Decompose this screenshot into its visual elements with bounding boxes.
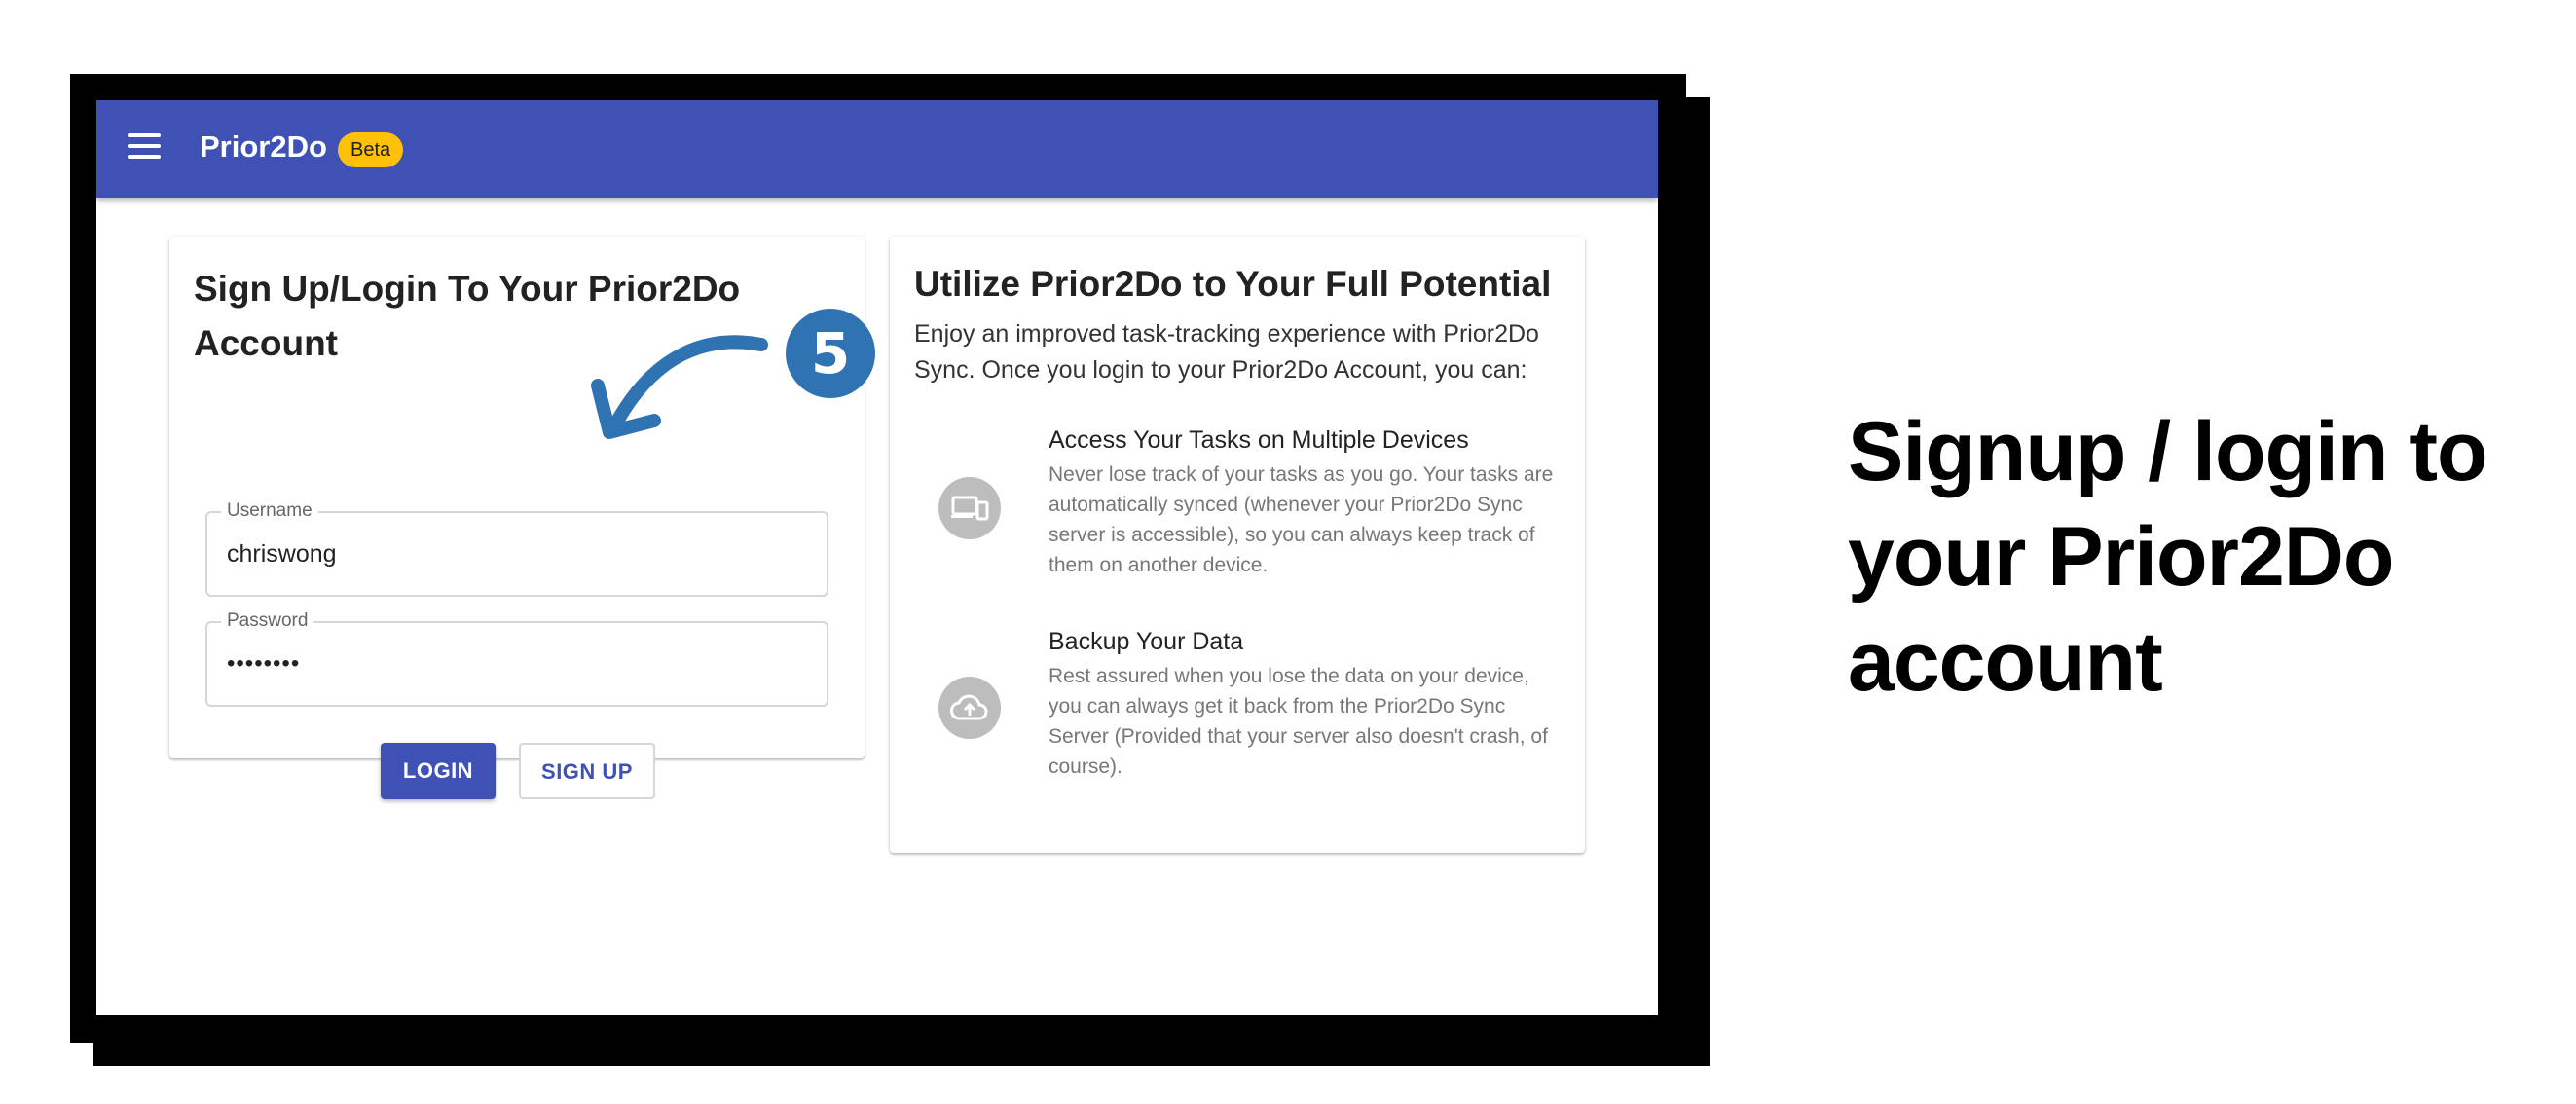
- feature-title: Access Your Tasks on Multiple Devices: [1049, 426, 1469, 454]
- username-input[interactable]: [227, 536, 801, 571]
- cloud-upload-icon: [938, 677, 1001, 739]
- login-button[interactable]: LOGIN: [381, 743, 496, 799]
- password-input[interactable]: [227, 646, 801, 681]
- beta-badge: Beta: [338, 132, 404, 167]
- callout-arrow-icon: [591, 335, 768, 439]
- devices-icon: [938, 477, 1001, 539]
- info-card-title: Utilize Prior2Do to Your Full Potential: [914, 264, 1552, 304]
- step-number-badge: 5: [786, 309, 875, 398]
- info-card: Utilize Prior2Do to Your Full Potential …: [890, 237, 1585, 853]
- tutorial-slide: Prior2Do Beta Sign Up/Login To Your Prio…: [0, 0, 2576, 1104]
- app-title: Prior2Do: [200, 129, 327, 164]
- feature-title: Backup Your Data: [1049, 628, 1244, 655]
- username-label: Username: [221, 500, 318, 522]
- app-window: Prior2Do Beta Sign Up/Login To Your Prio…: [96, 100, 1658, 1015]
- hamburger-menu-icon[interactable]: [128, 133, 161, 165]
- username-field[interactable]: Username: [205, 500, 828, 597]
- password-field[interactable]: Password: [205, 610, 828, 707]
- feature-text: Rest assured when you lose the data on y…: [1049, 665, 1548, 778]
- app-bar: Prior2Do Beta: [96, 100, 1658, 198]
- slide-caption: Signup / login to your Prior2Do account: [1848, 405, 2488, 709]
- signup-button[interactable]: SIGN UP: [519, 743, 655, 799]
- login-card: Sign Up/Login To Your Prior2Do Account U…: [169, 237, 865, 799]
- password-label: Password: [221, 610, 314, 632]
- info-card-description: Enjoy an improved task-tracking experien…: [914, 320, 1539, 384]
- feature-text: Never lose track of your tasks as you go…: [1049, 463, 1554, 576]
